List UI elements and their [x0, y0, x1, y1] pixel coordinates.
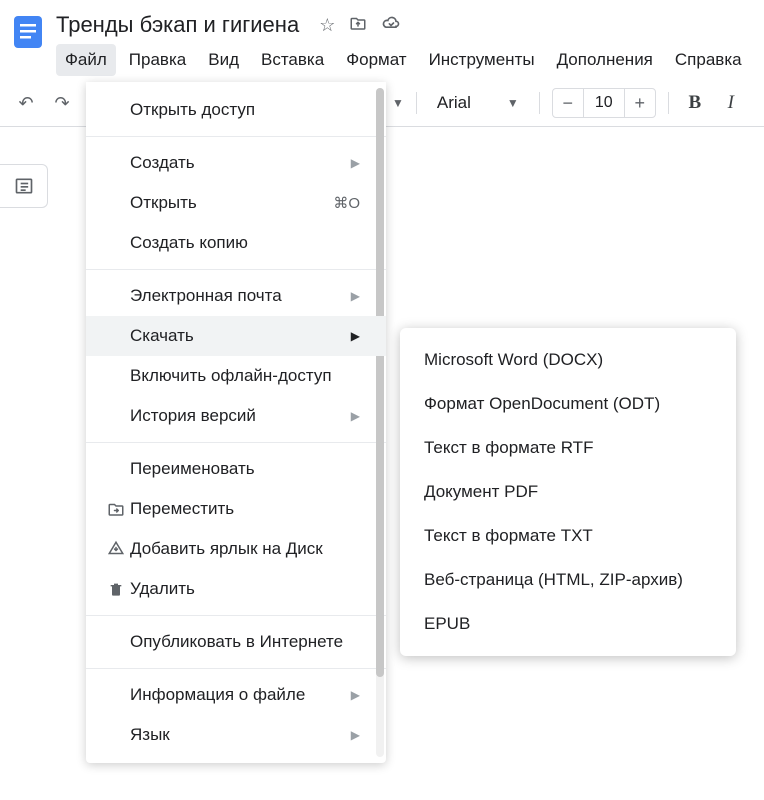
font-size-control: − 10 + [552, 88, 656, 118]
download-pdf[interactable]: Документ PDF [400, 470, 736, 514]
separator [86, 442, 386, 443]
font-size-value[interactable]: 10 [583, 89, 625, 117]
separator [416, 92, 417, 114]
move-icon[interactable] [349, 14, 367, 37]
undo-button[interactable]: ↶ [12, 89, 40, 117]
menu-addons[interactable]: Дополнения [548, 44, 662, 76]
download-epub[interactable]: EPUB [400, 602, 736, 646]
font-name: Arial [437, 93, 471, 113]
separator [86, 136, 386, 137]
separator [86, 269, 386, 270]
menu-open[interactable]: Открыть⌘O [86, 183, 386, 223]
menu-rename[interactable]: Переименовать [86, 449, 386, 489]
download-txt[interactable]: Текст в формате TXT [400, 514, 736, 558]
outline-toggle[interactable] [0, 164, 48, 208]
italic-button[interactable]: I [717, 89, 745, 117]
separator [86, 668, 386, 669]
shortcut-label: ⌘O [333, 194, 360, 212]
increase-size-button[interactable]: + [625, 93, 655, 114]
submenu-arrow-icon: ▶ [351, 156, 360, 170]
submenu-arrow-icon: ▶ [351, 688, 360, 702]
menu-version-history[interactable]: История версий▶ [86, 396, 386, 436]
star-icon[interactable]: ☆ [319, 15, 335, 36]
menu-add-shortcut[interactable]: Добавить ярлык на Диск [86, 529, 386, 569]
menu-language[interactable]: Язык▶ [86, 715, 386, 755]
submenu-arrow-icon: ▶ [351, 409, 360, 423]
file-menu-dropdown: Открыть доступ Создать▶ Открыть⌘O Создат… [86, 82, 386, 763]
menu-edit[interactable]: Правка [120, 44, 195, 76]
separator [539, 92, 540, 114]
chevron-down-icon: ▼ [507, 96, 519, 110]
menu-file[interactable]: Файл [56, 44, 116, 76]
menu-delete[interactable]: Удалить [86, 569, 386, 609]
menu-offline[interactable]: Включить офлайн-доступ [86, 356, 386, 396]
redo-button[interactable]: ↷ [48, 89, 76, 117]
menu-info[interactable]: Информация о файле▶ [86, 675, 386, 715]
download-html[interactable]: Веб-страница (HTML, ZIP-архив) [400, 558, 736, 602]
drive-shortcut-icon [102, 540, 130, 558]
submenu-arrow-icon: ▶ [351, 728, 360, 742]
folder-move-icon [102, 500, 130, 518]
menu-publish[interactable]: Опубликовать в Интернете [86, 622, 386, 662]
trash-icon [102, 581, 130, 597]
download-docx[interactable]: Microsoft Word (DOCX) [400, 338, 736, 382]
docs-logo[interactable] [8, 12, 48, 52]
menu-insert[interactable]: Вставка [252, 44, 333, 76]
submenu-arrow-icon: ▶ [351, 289, 360, 303]
menubar: Файл Правка Вид Вставка Формат Инструмен… [56, 42, 764, 78]
download-rtf[interactable]: Текст в формате RTF [400, 426, 736, 470]
separator [668, 92, 669, 114]
styles-dropdown-icon[interactable]: ▼ [392, 96, 404, 110]
menu-help[interactable]: Справка [666, 44, 751, 76]
menu-format[interactable]: Формат [337, 44, 415, 76]
menu-new[interactable]: Создать▶ [86, 143, 386, 183]
download-odt[interactable]: Формат OpenDocument (ODT) [400, 382, 736, 426]
menu-email[interactable]: Электронная почта▶ [86, 276, 386, 316]
decrease-size-button[interactable]: − [553, 93, 583, 114]
document-title[interactable]: Тренды бэкап и гигиена [56, 12, 299, 38]
menu-move[interactable]: Переместить [86, 489, 386, 529]
menu-view[interactable]: Вид [199, 44, 248, 76]
submenu-arrow-icon: ▶ [351, 329, 360, 343]
download-submenu: Microsoft Word (DOCX) Формат OpenDocumen… [400, 328, 736, 656]
menu-tools[interactable]: Инструменты [420, 44, 544, 76]
menu-make-copy[interactable]: Создать копию [86, 223, 386, 263]
menu-download[interactable]: Скачать▶ [86, 316, 386, 356]
separator [86, 615, 386, 616]
cloud-icon[interactable] [381, 13, 401, 38]
font-selector[interactable]: Arial ▼ [429, 89, 527, 117]
bold-button[interactable]: B [681, 89, 709, 117]
menu-share[interactable]: Открыть доступ [86, 90, 386, 130]
